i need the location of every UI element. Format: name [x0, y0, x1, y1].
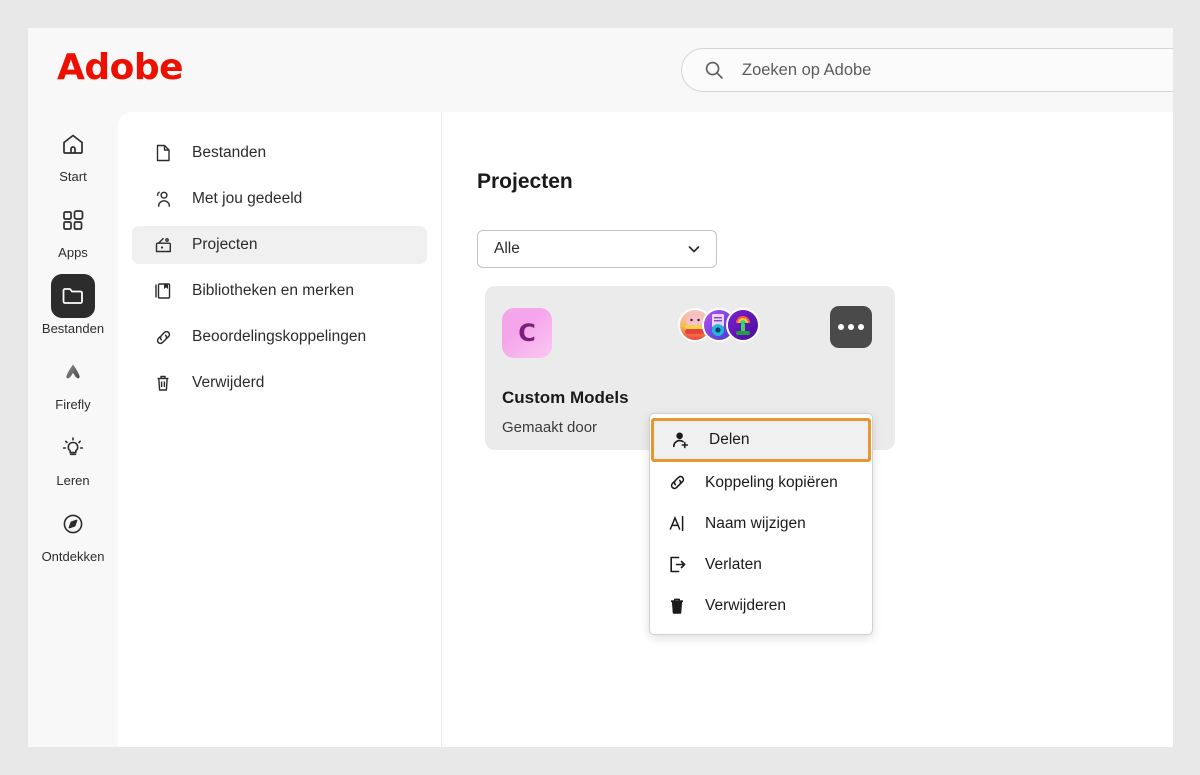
sidebar-item-met-jou-gedeeld[interactable]: Met jou gedeeld [132, 180, 427, 218]
projects-icon [152, 234, 174, 256]
menu-label: Delen [709, 431, 750, 448]
library-icon [152, 280, 174, 302]
ellipsis-icon [838, 324, 844, 330]
menu-item-verwijderen[interactable]: Verwijderen [650, 585, 872, 626]
sidebar-item-verwijderd[interactable]: Verwijderd [132, 364, 427, 402]
rail-label-apps: Apps [58, 245, 88, 260]
collaborator-avatars[interactable]: +136 [678, 308, 806, 342]
rename-text-icon [666, 513, 688, 535]
rail-item-ontdekken[interactable]: Ontdekken [28, 502, 118, 564]
app-header: Adobe Zoeken op Adobe [28, 28, 1173, 108]
rail-label-bestanden: Bestanden [41, 321, 105, 336]
menu-item-koppeling-kopieren[interactable]: Koppeling kopiëren [650, 462, 872, 503]
ellipsis-icon [858, 324, 864, 330]
home-icon [51, 122, 95, 166]
project-app-icon: C [502, 308, 552, 358]
menu-item-verlaten[interactable]: Verlaten [650, 544, 872, 585]
app-window: Adobe Zoeken op Adobe Start Apps Bestand… [28, 28, 1173, 747]
menu-label: Naam wijzigen [705, 514, 806, 532]
sidebar-label: Bibliotheken en merken [192, 282, 354, 299]
sidebar-label: Verwijderd [192, 374, 265, 391]
sidebar-label: Met jou gedeeld [192, 190, 303, 207]
document-icon [152, 142, 174, 164]
search-icon [704, 60, 724, 80]
sidebar-label: Beoordelingskoppelingen [192, 328, 367, 345]
project-subtitle: Gemaakt door [502, 419, 598, 436]
filter-selected-value: Alle [494, 240, 520, 257]
sidebar-item-bibliotheken[interactable]: Bibliotheken en merken [132, 272, 427, 310]
sidebar-item-projecten[interactable]: Projecten [132, 226, 427, 264]
apps-grid-icon [51, 198, 95, 242]
menu-label: Verlaten [705, 555, 762, 573]
rail-item-leren[interactable]: Leren [28, 426, 118, 488]
project-more-options-button[interactable] [830, 306, 872, 348]
firefly-icon [51, 350, 95, 394]
project-filter-select[interactable]: Alle [477, 230, 717, 268]
trash-icon [666, 595, 688, 617]
compass-icon [51, 502, 95, 546]
page-title: Projecten [477, 170, 573, 193]
sidebar-item-beoordelingskoppelingen[interactable]: Beoordelingskoppelingen [132, 318, 427, 356]
search-placeholder: Zoeken op Adobe [742, 60, 872, 79]
context-menu: Delen Koppeling kopiëren Naam wijzigen V… [649, 413, 873, 635]
link-chain-icon [666, 472, 688, 494]
person-add-icon [670, 429, 692, 451]
rail-label-firefly: Firefly [55, 397, 91, 412]
menu-item-naam-wijzigen[interactable]: Naam wijzigen [650, 503, 872, 544]
primary-nav-rail: Start Apps Bestanden Firefly Leren Ontde… [28, 108, 118, 747]
sidebar-item-bestanden[interactable]: Bestanden [132, 134, 427, 172]
lightbulb-icon [51, 426, 95, 470]
trash-icon [152, 372, 174, 394]
menu-label: Koppeling kopiëren [705, 473, 838, 491]
main-content: Projecten Alle C Custom Models Gemaakt d… [442, 112, 1173, 747]
sidebar-label: Projecten [192, 236, 258, 253]
ellipsis-icon [848, 324, 854, 330]
chevron-down-icon [686, 241, 702, 257]
rail-item-firefly[interactable]: Firefly [28, 350, 118, 412]
rail-label-start: Start [59, 169, 87, 184]
menu-item-delen[interactable]: Delen [651, 418, 871, 462]
rail-item-bestanden[interactable]: Bestanden [28, 274, 118, 336]
avatar[interactable] [726, 308, 760, 342]
rail-label-leren: Leren [56, 473, 90, 488]
shared-users-icon [152, 188, 174, 210]
rail-item-apps[interactable]: Apps [28, 198, 118, 260]
project-title: Custom Models [502, 388, 629, 407]
menu-label: Verwijderen [705, 596, 786, 614]
folder-icon [51, 274, 95, 318]
rail-item-start[interactable]: Start [28, 122, 118, 184]
link-chain-icon [152, 326, 174, 348]
rail-label-ontdekken: Ontdekken [41, 549, 105, 564]
secondary-nav: Bestanden Met jou gedeeld Projecten Bibl… [118, 112, 442, 747]
exit-arrow-icon [666, 554, 688, 576]
search-input[interactable]: Zoeken op Adobe [681, 48, 1173, 92]
sidebar-label: Bestanden [192, 144, 267, 161]
adobe-logo[interactable]: Adobe [57, 47, 184, 89]
